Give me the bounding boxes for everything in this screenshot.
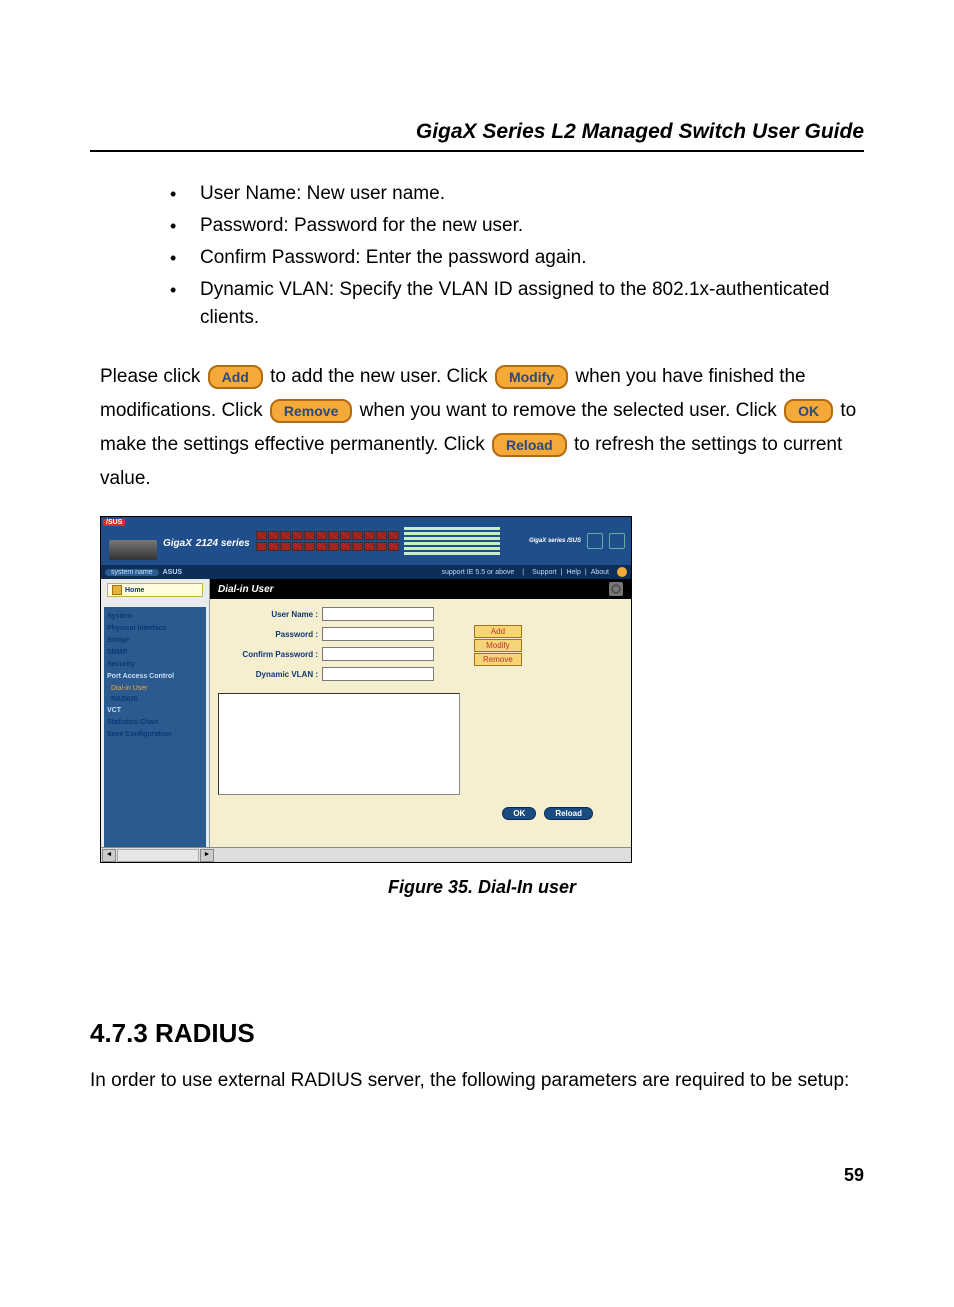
bullet-list: User Name: New user name. Password: Pass… bbox=[160, 180, 844, 332]
nav-box: System Physical Interface Bridge SNMP Se… bbox=[104, 607, 206, 847]
figure-topbar: /SUS GigaX 2124 series GigaX series /SUS bbox=[101, 517, 631, 565]
home-tab[interactable]: Home bbox=[107, 583, 203, 597]
bullet-item: User Name: New user name. bbox=[160, 180, 844, 208]
modify-button-graphic: Modify bbox=[495, 365, 568, 389]
sidebar-item-radius[interactable]: RADIUS bbox=[111, 694, 203, 705]
remove-button-graphic: Remove bbox=[270, 399, 352, 423]
bullet-item: Confirm Password: Enter the password aga… bbox=[160, 244, 844, 272]
sidebar-item-security[interactable]: Security bbox=[107, 659, 203, 671]
panel-title-bar: Dial-in User bbox=[210, 579, 631, 599]
brand-series: 2124 series bbox=[196, 538, 250, 549]
dynamic-vlan-label: Dynamic VLAN : bbox=[218, 670, 318, 679]
gear-icon bbox=[609, 582, 623, 596]
instr-text: Please click bbox=[100, 366, 206, 387]
instruction-paragraph: Please click Add to add the new user. Cl… bbox=[100, 360, 864, 496]
instr-text: when you want to remove the selected use… bbox=[360, 400, 782, 421]
section-heading: 4.7.3 RADIUS bbox=[90, 1018, 864, 1049]
scroll-track[interactable] bbox=[117, 849, 199, 862]
port-panel-icon bbox=[256, 531, 396, 551]
brand-label: GigaX 2124 series bbox=[163, 533, 250, 549]
support-link[interactable]: Support bbox=[532, 569, 557, 576]
sidebar-item-port-access-control[interactable]: Port Access Control bbox=[107, 671, 203, 683]
password-label: Password : bbox=[218, 630, 318, 639]
instr-text: to add the new user. Click bbox=[270, 366, 493, 387]
reload-button-graphic: Reload bbox=[492, 433, 567, 457]
sidebar-item-statistics-chart[interactable]: Statistics Chart bbox=[107, 717, 203, 729]
user-listbox[interactable] bbox=[218, 693, 460, 795]
help-link[interactable]: Help bbox=[566, 569, 580, 576]
sidebar-item-system[interactable]: System bbox=[107, 611, 203, 623]
go-button-icon[interactable] bbox=[617, 567, 627, 577]
home-label: Home bbox=[125, 587, 144, 594]
user-name-input[interactable] bbox=[322, 607, 434, 621]
main-panel: Dial-in User User Name : Passwo bbox=[210, 579, 631, 847]
browser-support-text: support IE 5.5 or above bbox=[442, 569, 515, 576]
page-header-title: GigaX Series L2 Managed Switch User Guid… bbox=[90, 120, 864, 152]
sidebar-item-dial-in-user[interactable]: Dial-in User bbox=[111, 683, 203, 694]
system-name-label: system name bbox=[105, 569, 159, 576]
sidebar-item-vct[interactable]: VCT bbox=[107, 705, 203, 717]
system-name-value: ASUS bbox=[163, 569, 182, 576]
sidebar-item-snmp[interactable]: SNMP bbox=[107, 647, 203, 659]
confirm-password-label: Confirm Password : bbox=[218, 650, 318, 659]
sidebar-item-physical-interface[interactable]: Physical Interface bbox=[107, 623, 203, 635]
bullet-item: Password: Password for the new user. bbox=[160, 212, 844, 240]
sidebar: Home System Physical Interface Bridge SN… bbox=[101, 579, 210, 847]
page-number: 59 bbox=[90, 1165, 864, 1186]
about-link[interactable]: About bbox=[591, 569, 609, 576]
password-input[interactable] bbox=[322, 627, 434, 641]
add-button[interactable]: Add bbox=[474, 625, 522, 638]
dynamic-vlan-input[interactable] bbox=[322, 667, 434, 681]
ok-button-graphic: OK bbox=[784, 399, 833, 423]
radius-paragraph: In order to use external RADIUS server, … bbox=[90, 1067, 864, 1095]
add-button-graphic: Add bbox=[208, 365, 263, 389]
user-name-label: User Name : bbox=[218, 610, 318, 619]
bullet-item: Dynamic VLAN: Specify the VLAN ID assign… bbox=[160, 276, 844, 332]
device-image-icon bbox=[109, 540, 157, 560]
sidebar-item-bridge[interactable]: Bridge bbox=[107, 635, 203, 647]
save-icon[interactable] bbox=[587, 533, 603, 549]
remove-button[interactable]: Remove bbox=[474, 653, 522, 666]
led-panel-icon bbox=[404, 527, 500, 555]
asus-logo: /SUS bbox=[103, 519, 125, 526]
brand-small-label: GigaX series /SUS bbox=[529, 538, 581, 544]
system-bar: system name ASUS support IE 5.5 or above… bbox=[101, 565, 631, 579]
horizontal-scrollbar[interactable]: ◄ ► bbox=[101, 847, 631, 862]
logout-icon[interactable] bbox=[609, 533, 625, 549]
figure-35: /SUS GigaX 2124 series GigaX series /SUS bbox=[100, 516, 864, 898]
reload-button[interactable]: Reload bbox=[544, 807, 593, 820]
confirm-password-input[interactable] bbox=[322, 647, 434, 661]
scroll-left-icon[interactable]: ◄ bbox=[102, 849, 116, 862]
figure-caption: Figure 35. Dial-In user bbox=[100, 877, 864, 898]
home-icon bbox=[112, 585, 122, 595]
sidebar-item-save-configuration[interactable]: Save Configuration bbox=[107, 729, 203, 741]
panel-title-text: Dial-in User bbox=[218, 584, 274, 595]
ok-button[interactable]: OK bbox=[502, 807, 536, 820]
brand-name: GigaX bbox=[163, 538, 192, 549]
modify-button[interactable]: Modify bbox=[474, 639, 522, 652]
scroll-right-icon[interactable]: ► bbox=[200, 849, 214, 862]
